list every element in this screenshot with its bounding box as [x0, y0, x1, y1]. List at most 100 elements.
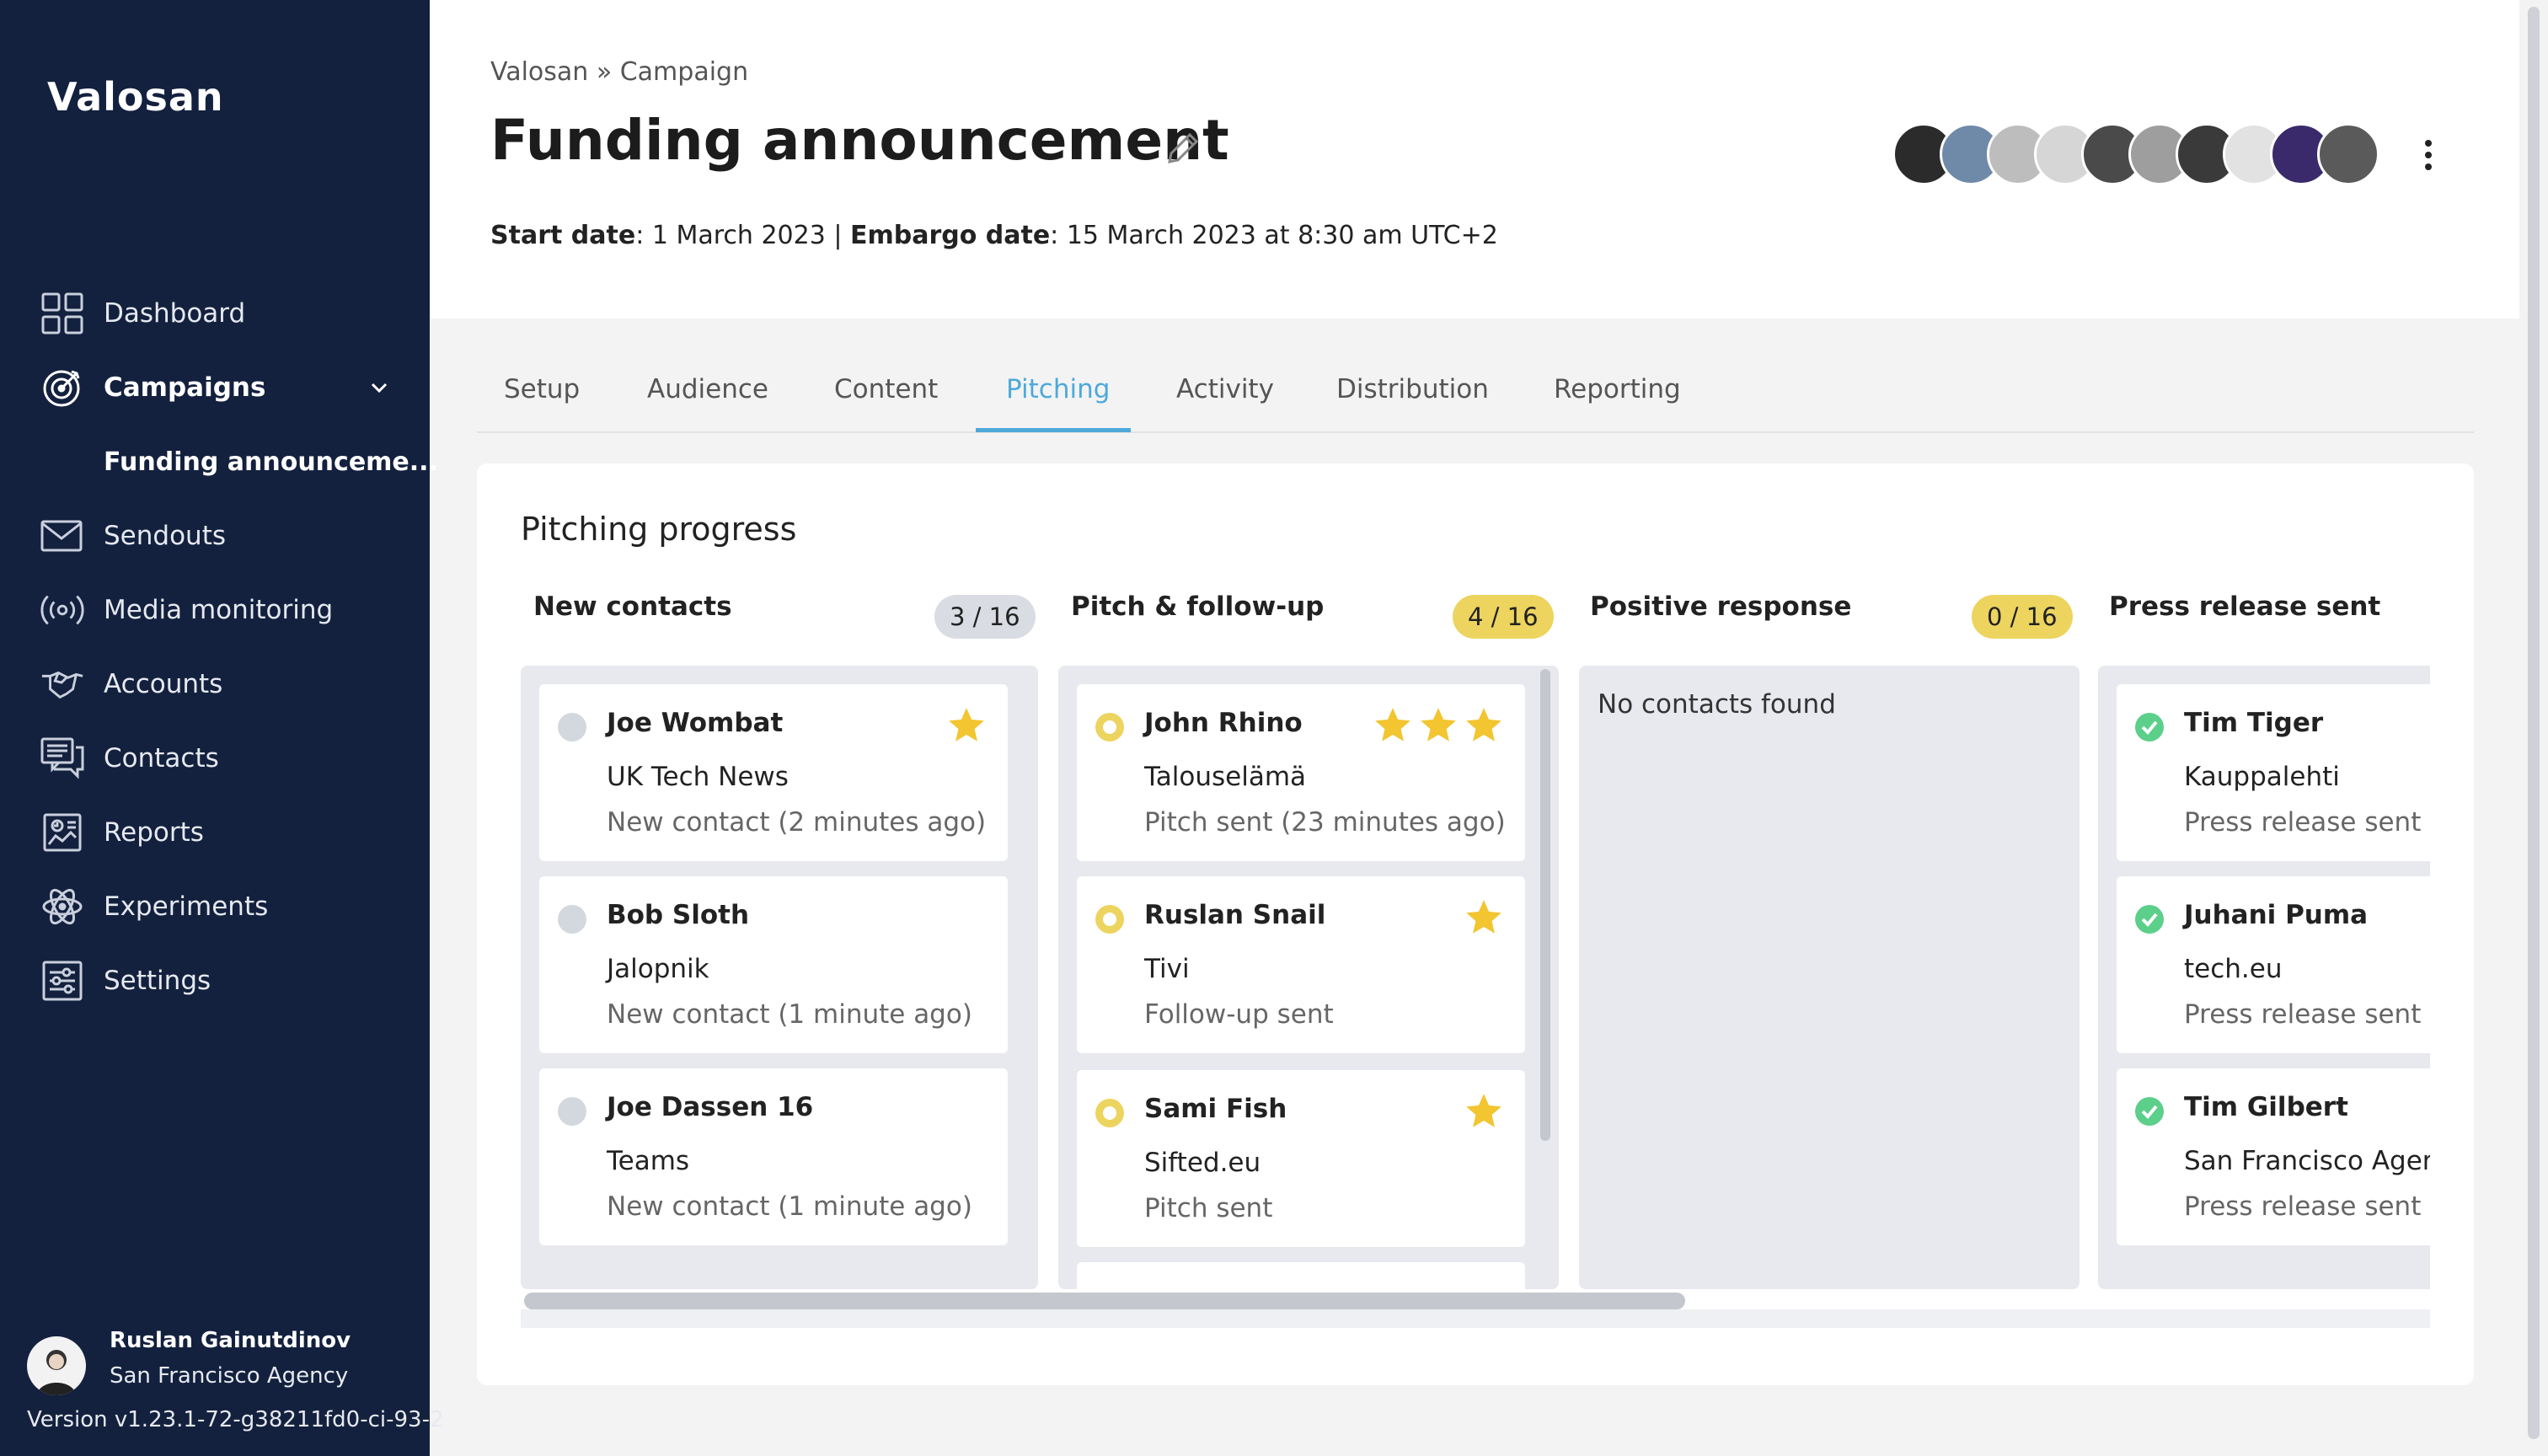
check-icon [2135, 713, 2164, 741]
contact-outlet: UK Tech News [607, 762, 789, 792]
kanban-column-press-release-sent: Tim Tiger Kauppalehti Press release sent… [2098, 666, 2430, 1289]
tab-reporting[interactable]: Reporting [1554, 374, 1681, 404]
contact-status: Pitch sent [1144, 1193, 1273, 1223]
contact-name: Tim Tiger [2184, 708, 2324, 738]
embargo-date-label: Embargo date [849, 221, 1051, 250]
status-dot [558, 1097, 586, 1126]
contact-card[interactable]: John Rhino Talouselämä Pitch sent (23 mi… [1077, 684, 1525, 861]
contact-name: Ruslan Snail [1144, 900, 1326, 930]
contact-card[interactable]: Joe Dassen 16 Teams New contact (1 minut… [539, 1068, 1008, 1245]
sidebar-item-accounts[interactable]: Accounts [0, 650, 430, 718]
status-dot [558, 713, 586, 741]
contact-outlet: Teams [607, 1146, 690, 1176]
status-dot [1095, 905, 1124, 934]
contact-card[interactable]: Tim Tiger Kauppalehti Press release sent [2117, 684, 2430, 861]
contact-outlet: Talouselämä [1144, 762, 1307, 792]
status-dot [558, 905, 586, 934]
contact-outlet: San Francisco Agency [2184, 1146, 2430, 1176]
tab-setup[interactable]: Setup [504, 374, 580, 404]
contact-outlet: Jalopnik [607, 954, 709, 984]
column-title: Pitch & follow-up [1071, 592, 1325, 622]
contact-outlet: Sifted.eu [1144, 1148, 1261, 1178]
sidebar-item-label: Reports [104, 817, 204, 848]
pencil-icon[interactable] [1161, 126, 1205, 170]
status-dot [1095, 1099, 1124, 1127]
sidebar-item-campaigns[interactable]: Campaigns [0, 354, 430, 421]
sidebar-item-label: Experiments [104, 891, 269, 922]
kanban-column-new-contacts: Joe Wombat UK Tech News New contact (2 m… [521, 666, 1038, 1289]
count-badge: 0 / 16 [1972, 595, 2073, 639]
tab-pitching[interactable]: Pitching [1006, 374, 1110, 404]
contact-outlet: Kauppalehti [2184, 762, 2340, 792]
window-scrollbar[interactable] [2519, 0, 2548, 1456]
sliders-icon [40, 959, 84, 1003]
contact-status: New contact (1 minute ago) [607, 999, 972, 1030]
sidebar-item-media-monitoring[interactable]: Media monitoring [0, 576, 430, 644]
status-dot [1095, 713, 1124, 741]
kanban-board: Joe Wombat UK Tech News New contact (2 m… [521, 666, 2430, 1314]
column-scrollbar[interactable] [1540, 669, 1550, 1141]
start-date-value: : 1 March 2023 | [635, 221, 850, 250]
contact-card[interactable]: Sami Fish Sifted.eu Pitch sent [1077, 1070, 1525, 1247]
contact-card[interactable]: Tim Gilbert San Francisco Agency Press r… [2117, 1068, 2430, 1245]
atom-icon [40, 885, 84, 929]
tab-content[interactable]: Content [834, 374, 938, 404]
dashboard-icon [40, 292, 84, 335]
pitching-progress-card: Pitching progress New contacts 3 / 16 Pi… [477, 463, 2474, 1385]
chevron-down-icon[interactable] [367, 376, 391, 399]
contact-status: New contact (1 minute ago) [607, 1191, 972, 1222]
column-title: Positive response [1590, 592, 1852, 622]
kanban-column-pitch-follow-up: John Rhino Talouselämä Pitch sent (23 mi… [1058, 666, 1559, 1313]
user-name: Ruslan Gainutdinov [110, 1328, 351, 1353]
more-options-icon[interactable] [2422, 138, 2435, 172]
report-icon [40, 811, 84, 854]
broadcast-icon [40, 588, 84, 632]
sidebar-item-label: Accounts [104, 669, 223, 699]
tab-audience[interactable]: Audience [647, 374, 768, 404]
handshake-icon [40, 662, 84, 706]
sidebar-item-label: Contacts [104, 743, 219, 774]
contact-outlet: Tivi [1144, 954, 1190, 984]
contact-name: Sami Fish [1144, 1094, 1287, 1124]
contact-card[interactable]: Ruslan Snail Tivi Follow-up sent [1077, 876, 1525, 1053]
contact-status: Pitch sent (23 minutes ago) [1144, 807, 1506, 838]
contact-status: Follow-up sent [1144, 999, 1334, 1030]
contact-card[interactable]: Juhani Puma tech.eu Press release sent [2117, 876, 2430, 1053]
breadcrumb[interactable]: Valosan » Campaign [490, 57, 748, 87]
contact-status: Press release sent [2184, 807, 2422, 838]
section-title: Pitching progress [521, 511, 797, 548]
sidebar-item-contacts[interactable]: Contacts [0, 725, 430, 792]
valosan-logo[interactable]: Valosan [47, 74, 224, 120]
kanban-column-positive-response: No contacts found [1579, 666, 2080, 1289]
sidebar-item-experiments[interactable]: Experiments [0, 873, 430, 940]
contact-card[interactable]: Bob Sloth Jalopnik New contact (1 minute… [539, 876, 1008, 1053]
empty-state-text: No contacts found [1598, 689, 1836, 720]
sidebar: Valosan Dashboard Campaigns Funding anno… [0, 0, 444, 1456]
avatar[interactable] [27, 1336, 86, 1395]
sidebar-item-reports[interactable]: Reports [0, 799, 430, 866]
sidebar-item-label: Media monitoring [104, 595, 334, 625]
horizontal-scrollbar-track [521, 1309, 2430, 1328]
campaign-tabs: Setup Audience Content Pitching Activity… [477, 354, 2474, 433]
sidebar-item-dashboard[interactable]: Dashboard [0, 280, 430, 347]
sidebar-subitem-funding-announcement[interactable]: Funding announceme... [0, 428, 438, 495]
sidebar-subitem-label: Funding announceme... [104, 447, 438, 477]
avatar[interactable] [2317, 123, 2379, 185]
tab-distribution[interactable]: Distribution [1336, 374, 1489, 404]
sidebar-item-label: Settings [104, 966, 211, 996]
column-title: Press release sent [2109, 592, 2381, 622]
user-agency: San Francisco Agency [110, 1363, 349, 1389]
sidebar-item-sendouts[interactable]: Sendouts [0, 502, 430, 570]
window-scrollbar-thumb[interactable] [2528, 7, 2540, 1439]
contact-card[interactable]: Joe Wombat UK Tech News New contact (2 m… [539, 684, 1008, 861]
tab-activity[interactable]: Activity [1176, 374, 1274, 404]
check-icon [2135, 1097, 2164, 1126]
page-title: Funding announcement [490, 108, 1229, 173]
star-icon [949, 708, 984, 741]
horizontal-scrollbar[interactable] [524, 1293, 1685, 1309]
contact-status: New contact (2 minutes ago) [607, 807, 987, 838]
sidebar-item-settings[interactable]: Settings [0, 947, 430, 1014]
envelope-icon [40, 514, 84, 558]
check-icon [2135, 905, 2164, 934]
contact-name: Tim Gilbert [2184, 1092, 2348, 1122]
